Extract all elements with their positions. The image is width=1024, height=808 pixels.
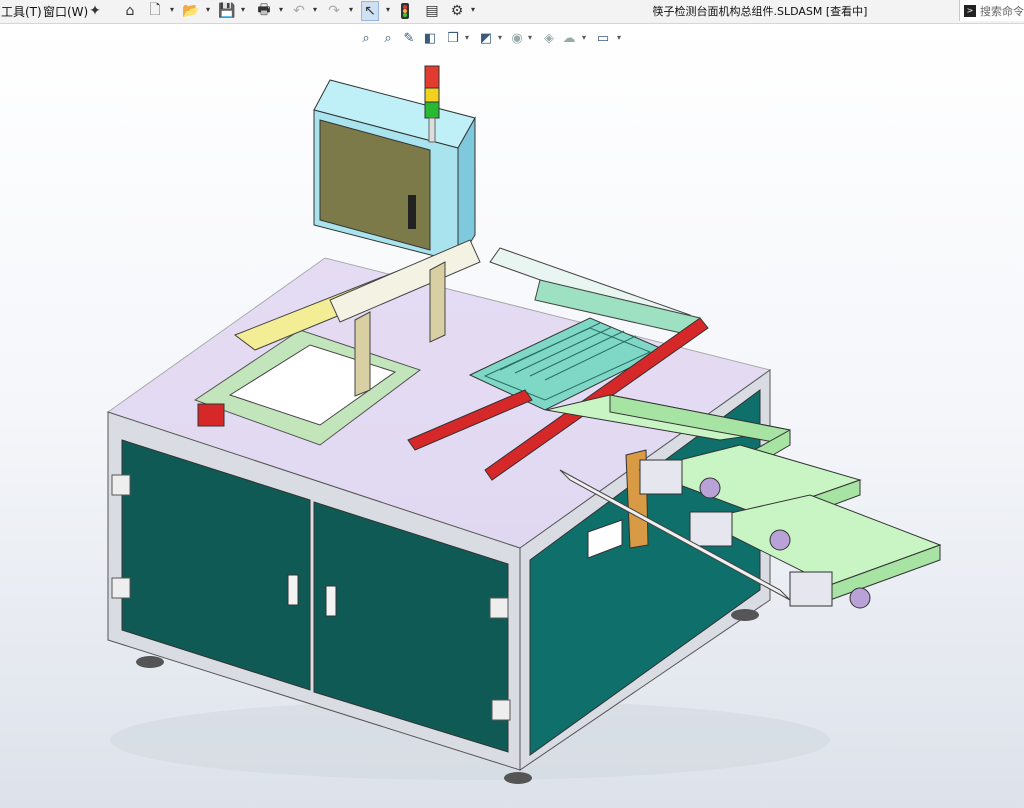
assembly-model[interactable] xyxy=(0,0,1024,808)
electrical-control-box xyxy=(313,79,476,264)
